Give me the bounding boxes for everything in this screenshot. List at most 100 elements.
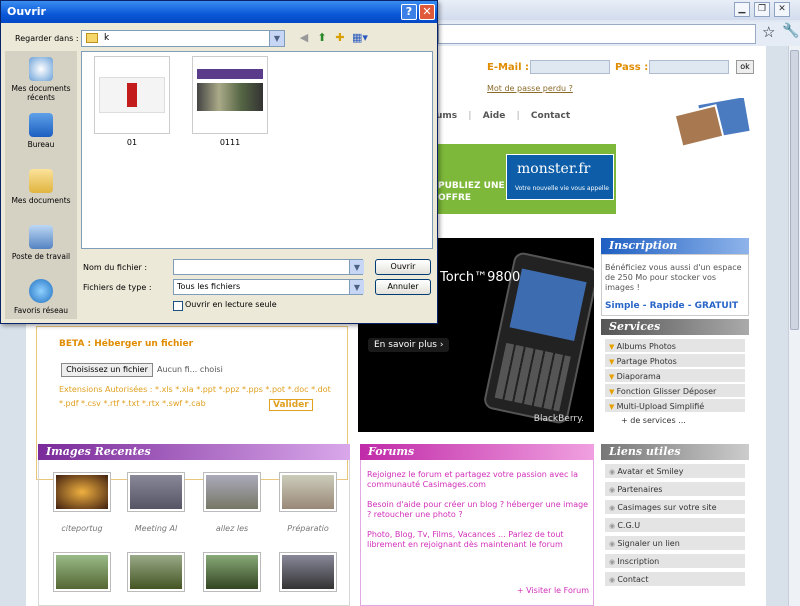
readonly-checkbox[interactable] — [173, 301, 183, 311]
filename-dropdown-icon[interactable]: ▼ — [349, 260, 364, 274]
monster-ad-text-2: OFFRE — [438, 193, 472, 203]
recent-images-title: Images Recentes — [38, 444, 350, 460]
help-button[interactable]: ? — [401, 4, 417, 20]
useful-link[interactable]: Inscription — [605, 554, 745, 570]
more-services-link[interactable]: + de services ... — [601, 414, 749, 428]
top-menu: ums | Aide | Contact — [436, 111, 571, 121]
filetype-select[interactable]: Tous les fichiers — [173, 279, 363, 295]
menu-forums[interactable]: ums — [436, 111, 457, 121]
forgot-password-link[interactable]: Mot de passe perdu ? — [487, 84, 573, 93]
image-caption: citeportug — [61, 524, 103, 533]
email-label: E-Mail : — [487, 62, 530, 73]
image-thumb[interactable] — [203, 472, 261, 512]
open-button[interactable]: Ouvrir — [375, 259, 431, 275]
address-bar[interactable] — [438, 24, 756, 44]
inscription-slogan[interactable]: Simple - Rapide - GRATUIT — [605, 301, 738, 311]
back-icon[interactable]: ◀ — [297, 31, 311, 45]
service-item[interactable]: Fonction Glisser Déposer — [605, 384, 745, 399]
place-label: Bureau — [27, 140, 55, 149]
dialog-title: Ouvrir — [7, 5, 46, 18]
view-menu-icon[interactable]: ▦▾ — [351, 31, 369, 45]
chevron-down-icon[interactable]: ▼ — [269, 31, 284, 46]
file-name[interactable]: 01 — [94, 138, 170, 147]
wrench-icon[interactable]: 🔧 — [782, 23, 799, 39]
service-item[interactable]: Multi-Upload Simplifié — [605, 399, 745, 414]
filetype-label: Fichiers de type : — [83, 283, 152, 292]
choose-file-button[interactable]: Choisissez un fichier — [61, 363, 153, 377]
useful-link[interactable]: Casimages sur votre site — [605, 500, 745, 516]
inscription-text: Bénéficiez vous aussi d'un espace de 250… — [605, 263, 742, 292]
image-caption: allez les — [215, 524, 249, 533]
password-input[interactable] — [649, 60, 729, 74]
readonly-label: Ouvrir en lecture seule — [185, 300, 277, 309]
service-item[interactable]: Diaporama — [605, 369, 745, 384]
image-caption: Préparatio — [287, 524, 329, 533]
visit-forum-link[interactable]: + Visiter le Forum — [517, 586, 589, 595]
inscription-box: Bénéficiez vous aussi d'un espace de 250… — [601, 254, 749, 316]
service-item[interactable]: Partage Photos — [605, 354, 745, 369]
file-list[interactable]: 01 0111 — [81, 51, 433, 249]
places-bar: Mes documents récents Bureau Mes documen… — [5, 51, 77, 319]
monster-ad[interactable]: PUBLIEZ UNE OFFRE monster.fr Votre nouvel… — [436, 144, 616, 214]
login-ok-button[interactable]: ok — [736, 60, 754, 74]
monster-logo-box: monster.fr Votre nouvelle vie vous appel… — [506, 154, 614, 200]
image-thumb[interactable] — [53, 472, 111, 512]
maximize-button[interactable]: ❐ — [754, 2, 770, 17]
menu-aide[interactable]: Aide — [483, 111, 506, 121]
useful-link[interactable]: Signaler un lien — [605, 536, 745, 552]
image-thumb[interactable] — [127, 552, 185, 592]
useful-link[interactable]: Partenaires — [605, 482, 745, 498]
services-title: Services — [601, 319, 749, 335]
address-bar-row: ☆ 🔧 — [436, 22, 800, 46]
new-folder-icon[interactable]: ✚ — [333, 31, 347, 45]
look-in-value: k — [104, 33, 110, 43]
place-label: Favoris réseau — [13, 306, 69, 315]
cancel-button[interactable]: Annuler — [375, 279, 431, 295]
file-thumbnail[interactable] — [94, 56, 170, 134]
useful-link[interactable]: C.G.U — [605, 518, 745, 534]
my-computer-icon — [29, 225, 53, 249]
desktop-icon — [29, 113, 53, 137]
forums-box: Rejoignez le forum et partagez votre pas… — [360, 460, 594, 606]
bookmark-star-icon[interactable]: ☆ — [762, 23, 775, 41]
open-file-dialog: Ouvrir ? ✕ Regarder dans : k ▼ ◀ ⬆ ✚ ▦▾ … — [0, 0, 438, 324]
place-desktop[interactable]: Bureau — [5, 113, 77, 149]
dialog-close-button[interactable]: ✕ — [419, 4, 435, 20]
bb-ad-model: Torch™9800 — [440, 270, 521, 285]
close-window-button[interactable]: ✕ — [774, 2, 790, 17]
folder-icon — [86, 33, 98, 43]
upload-title: BETA : Héberger un fichier — [59, 339, 194, 349]
image-thumb[interactable] — [279, 472, 337, 512]
place-network[interactable]: Favoris réseau — [5, 279, 77, 315]
place-documents[interactable]: Mes documents — [5, 169, 77, 205]
validate-button[interactable]: Valider — [269, 399, 313, 411]
look-in-combobox[interactable]: k ▼ — [81, 30, 285, 47]
place-label: Poste de travail — [11, 252, 71, 261]
file-name[interactable]: 0111 — [192, 138, 268, 147]
filename-input[interactable] — [173, 259, 363, 275]
useful-link[interactable]: Contact — [605, 572, 745, 588]
scrollbar-thumb[interactable] — [790, 50, 799, 330]
email-input[interactable] — [530, 60, 610, 74]
image-thumb[interactable] — [203, 552, 261, 592]
recent-documents-icon — [29, 57, 53, 81]
useful-link[interactable]: Avatar et Smiley — [605, 464, 745, 480]
bb-ad-more-button[interactable]: En savoir plus › — [368, 338, 450, 352]
image-thumb[interactable] — [53, 552, 111, 592]
image-thumb[interactable] — [279, 552, 337, 592]
filetype-dropdown-icon[interactable]: ▼ — [349, 280, 364, 294]
vertical-scrollbar[interactable] — [788, 46, 800, 606]
image-thumb[interactable] — [127, 472, 185, 512]
minimize-button[interactable]: ▁ — [734, 2, 750, 17]
service-item[interactable]: Albums Photos — [605, 339, 745, 354]
up-folder-icon[interactable]: ⬆ — [315, 31, 329, 45]
file-thumbnail[interactable] — [192, 56, 268, 134]
monster-ad-text: PUBLIEZ UNE — [438, 181, 505, 191]
menu-contact[interactable]: Contact — [531, 111, 570, 121]
photos-decoration-icon — [673, 98, 752, 148]
place-recent[interactable]: Mes documents récents — [5, 57, 77, 102]
place-computer[interactable]: Poste de travail — [5, 225, 77, 261]
inscription-title: Inscription — [601, 238, 749, 254]
look-in-label: Regarder dans : — [15, 34, 79, 43]
my-documents-icon — [29, 169, 53, 193]
